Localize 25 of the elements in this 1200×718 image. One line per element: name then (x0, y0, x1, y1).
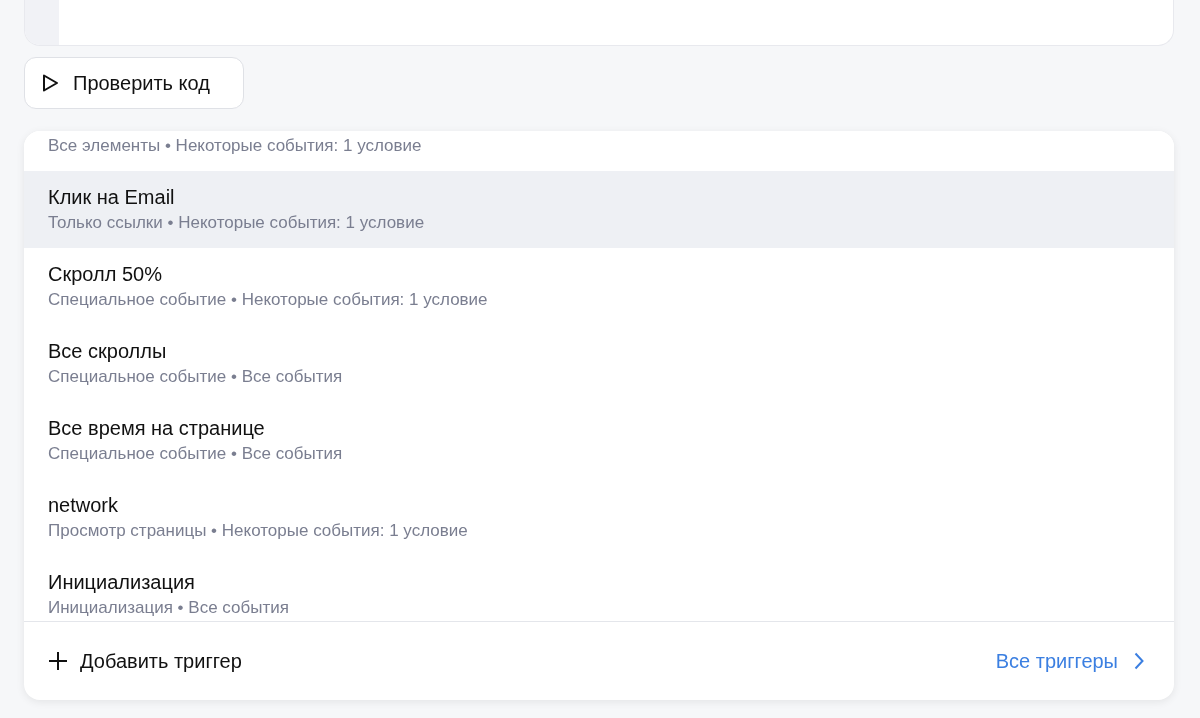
trigger-item[interactable]: Инициализация Инициализация • Все события (24, 556, 1174, 621)
all-triggers-link[interactable]: Все триггеры (995, 646, 1150, 676)
trigger-subtitle: Только ссылки • Некоторые события: 1 условие (48, 212, 426, 234)
trigger-item[interactable]: Все элементы • Некоторые события: 1 условие (24, 131, 1174, 171)
trigger-title: Инициализация (48, 570, 196, 595)
trigger-item[interactable]: Скролл 50% Специальное событие • Некоторые события: 1 условие (24, 248, 1174, 325)
trigger-item[interactable]: network Просмотр страницы • Некоторые события: 1 условие (24, 479, 1174, 556)
trigger-title: Все скроллы (48, 339, 168, 364)
trigger-subtitle: Инициализация • Все события (48, 597, 290, 619)
trigger-subtitle: Специальное событие • Все события (48, 366, 344, 388)
trigger-subtitle: Просмотр страницы • Некоторые события: 1 условие (48, 520, 469, 542)
trigger-item[interactable]: Все время на странице Специальное событие • Все события (24, 402, 1174, 479)
add-trigger-button[interactable]: Добавить триггер (48, 646, 242, 676)
plus-icon (48, 651, 68, 671)
trigger-title: network (48, 493, 120, 518)
chevron-right-icon (1134, 652, 1144, 670)
trigger-title: Скролл 50% (48, 262, 163, 287)
trigger-subtitle: Специальное событие • Все события (48, 443, 344, 465)
check-code-button[interactable]: Проверить код (24, 57, 244, 109)
trigger-item[interactable]: Клик на Email Только ссылки • Некоторые события: 1 условие (24, 171, 1174, 248)
trigger-subtitle: Все элементы • Некоторые события: 1 условие (48, 135, 423, 157)
trigger-title: Все время на странице (48, 416, 266, 441)
trigger-subtitle: Специальное событие • Некоторые события: 1 условие (48, 289, 489, 311)
trigger-item[interactable]: Все скроллы Специальное событие • Все события (24, 325, 1174, 402)
trigger-title: Клик на Email (48, 185, 176, 210)
